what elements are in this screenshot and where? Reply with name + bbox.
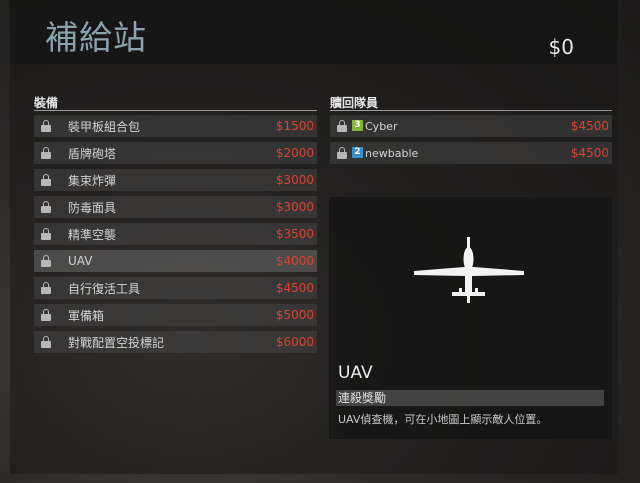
lock-icon: [41, 174, 51, 186]
equipment-item[interactable]: 盾牌砲塔 $2000: [34, 142, 317, 164]
equipment-item[interactable]: 防毒面具 $3000: [34, 196, 317, 218]
page-title: 補給站: [45, 18, 147, 57]
equipment-item-price: $3000: [275, 200, 314, 214]
equipment-item-name: 對戰配置空投標記: [68, 335, 165, 350]
lock-icon: [41, 147, 51, 159]
equipment-item-price: $2000: [275, 146, 314, 160]
equipment-item[interactable]: 軍備箱 $5000: [34, 304, 317, 326]
equipment-item-name: 軍備箱: [68, 308, 105, 323]
redeem-heading: 贖回隊員: [330, 96, 379, 110]
equipment-item-price: $1500: [275, 119, 314, 133]
equipment-item-price: $3500: [275, 227, 314, 241]
equipment-item-name: UAV: [68, 254, 93, 268]
redeem-squad-member[interactable]: 3 Cyber $4500: [330, 115, 612, 137]
lock-icon: [337, 120, 347, 132]
redeem-list: 3 Cyber $4500 2 newbable $4500: [330, 115, 612, 169]
equipment-item-name: 集束炸彈: [68, 173, 117, 188]
lock-icon: [41, 120, 51, 132]
equipment-item-name: 盾牌砲塔: [68, 146, 117, 161]
equipment-item-name: 裝甲板組合包: [68, 119, 141, 134]
equipment-item[interactable]: 對戰配置空投標記 $6000: [34, 331, 317, 353]
equipment-item[interactable]: 裝甲板組合包 $1500: [34, 115, 317, 137]
redeem-squad-member[interactable]: 2 newbable $4500: [330, 142, 612, 164]
equipment-divider: [34, 110, 317, 111]
lock-icon: [41, 255, 51, 267]
equipment-item-price: $4500: [275, 281, 314, 295]
equipment-item-price: $5000: [275, 308, 314, 322]
redeem-divider: [330, 110, 612, 111]
uav-drone-icon: [414, 237, 524, 303]
lock-icon: [41, 282, 51, 294]
detail-description: UAV偵查機，可在小地圖上顯示敵人位置。: [338, 413, 548, 426]
equipment-item[interactable]: 自行復活工具 $4500: [34, 277, 317, 299]
equipment-item-price: $6000: [275, 335, 314, 349]
redeem-price: $4500: [570, 146, 609, 160]
redeem-price: $4500: [570, 119, 609, 133]
equipment-item[interactable]: 集束炸彈 $3000: [34, 169, 317, 191]
equipment-item-name: 自行復活工具: [68, 281, 141, 296]
money-display: $0: [548, 35, 574, 59]
rank-badge: 3: [352, 120, 363, 131]
equipment-item-name: 防毒面具: [68, 200, 117, 215]
item-detail-panel: UAV 連殺獎勵 UAV偵查機，可在小地圖上顯示敵人位置。: [329, 197, 612, 439]
equipment-item[interactable]: UAV $4000: [34, 250, 317, 272]
header-bar: 補給站 $0: [10, 0, 618, 64]
equipment-item-price: $3000: [275, 173, 314, 187]
detail-item-name: UAV: [338, 363, 373, 383]
lock-icon: [337, 147, 347, 159]
squad-member-name: Cyber: [365, 119, 398, 133]
detail-category: 連殺獎勵: [336, 390, 604, 406]
equipment-list: 裝甲板組合包 $1500 盾牌砲塔 $2000 集束炸彈 $3000 防毒面具 $3000 精準…: [34, 115, 317, 358]
supply-station-screen: 補給站 $0 裝備 裝甲板組合包 $1500 盾牌砲塔 $2000 集束炸彈 $3000 防…: [0, 0, 640, 483]
lock-icon: [41, 336, 51, 348]
equipment-heading: 裝備: [34, 96, 59, 110]
rank-badge: 2: [352, 147, 363, 158]
lock-icon: [41, 228, 51, 240]
squad-member-name: newbable: [365, 146, 419, 160]
equipment-item[interactable]: 精準空襲 $3500: [34, 223, 317, 245]
equipment-item-name: 精準空襲: [68, 227, 117, 242]
equipment-item-price: $4000: [275, 254, 314, 268]
lock-icon: [41, 309, 51, 321]
lock-icon: [41, 201, 51, 213]
